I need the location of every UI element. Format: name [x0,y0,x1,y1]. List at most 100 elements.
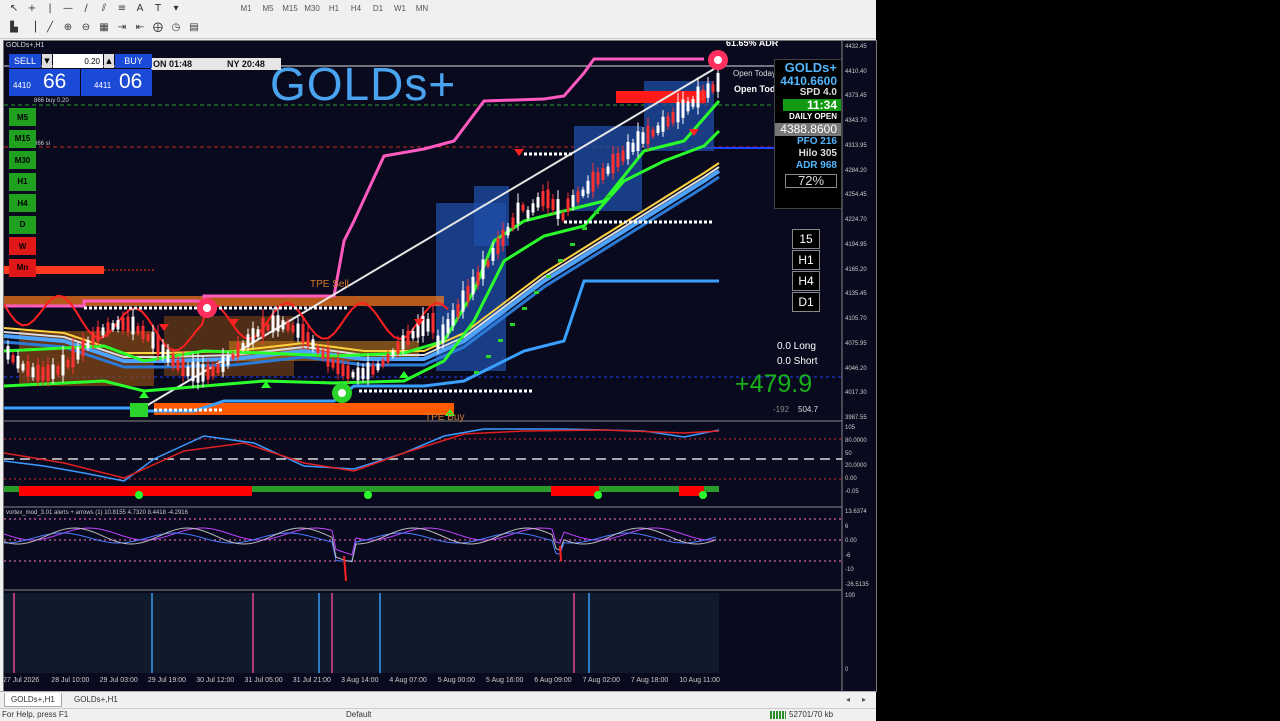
indicators-icon[interactable]: ⨁ [150,20,166,34]
one-click-trading-panel: SELL ▼ 0.20 ▲ BUY 4410 66 4411 06 [9,54,152,96]
trend-bar-segment [4,486,19,492]
trend-block-w: W [9,237,36,255]
line-chart-icon[interactable]: ╱ [42,20,58,34]
timeframe-m1[interactable]: M1 [236,1,256,15]
candle-body [611,154,615,174]
chart-shift-icon[interactable]: ⇤ [132,20,148,34]
chart-window[interactable]: GOLDs+,H1 GOLDs+ ON 01:48 NY 20:48 SELL … [3,40,877,692]
buy-button[interactable]: BUY [115,54,152,68]
autoscroll-icon[interactable]: ⇥ [114,20,130,34]
time-axis-tick: 29 Jul 19:00 [147,677,187,684]
candle-body [666,116,670,127]
candle-body [181,358,185,377]
candle-body [376,363,380,371]
candle-body [701,89,705,101]
candle-body [456,304,460,317]
time-axis-tick: 29 Jul 03:00 [99,677,138,684]
timeframe-m30[interactable]: M30 [302,1,322,15]
candle-chart-icon[interactable]: ▕ [24,20,40,34]
bar-chart-icon[interactable]: ▙ [6,20,22,34]
candle-body [446,319,450,334]
channel-icon[interactable]: ⫽ [96,1,112,15]
candle-body [136,325,140,334]
candle-body [566,198,570,212]
time-axis-tick: 6 Aug 09:00 [534,677,572,684]
tab-chart-2[interactable]: GOLDs+,H1 [68,693,124,706]
candle-body [141,325,145,339]
tile-icon[interactable]: ▦ [96,20,112,34]
candle-body [501,229,505,247]
candle-body [151,332,155,349]
timeframe-h4[interactable]: H4 [346,1,366,15]
timeframe-m15[interactable]: M15 [280,1,300,15]
periods-icon[interactable]: ◷ [168,20,184,34]
trend-bar-segment [252,486,369,492]
candle-body [341,363,345,376]
profit-sub: -192 [773,405,790,414]
crosshair-icon[interactable]: + [24,1,40,15]
status-traffic: 52701/70 kb [789,710,834,719]
rsi-axis-tick: 105 [845,425,856,431]
candle-body [76,347,80,360]
candle-body [576,191,580,202]
lot-input[interactable]: 0.20 [53,54,103,68]
horizontal-line-icon[interactable]: — [60,1,76,15]
candle-body [146,334,150,341]
short-positions: 0.0 Short [777,356,818,367]
fibonacci-icon[interactable]: ≡ [114,1,130,15]
tf-button-h1[interactable]: H1 [792,250,820,270]
label-icon[interactable]: T [150,1,166,15]
trendline-icon[interactable]: ∕ [78,1,94,15]
candle-body [291,325,295,333]
zoom-out-icon[interactable]: ⊖ [78,20,94,34]
candle-body [476,271,480,286]
candle-body [316,346,320,353]
candle-body [516,202,520,224]
rsi-axis-tick: -0.05 [845,489,859,495]
tf-button-h4[interactable]: H4 [792,271,820,291]
timeframe-m5[interactable]: M5 [258,1,278,15]
timeframe-d1[interactable]: D1 [368,1,388,15]
candle-body [171,354,175,367]
vertical-line-icon[interactable]: | [42,1,58,15]
candle-body [276,315,280,332]
shapes-icon[interactable]: ▾ [168,1,184,15]
candle-body [176,360,180,370]
tab-scroll-left-icon[interactable]: ◂ [846,695,850,704]
tab-scroll-right-icon[interactable]: ▸ [862,695,866,704]
tf-button-15[interactable]: 15 [792,229,820,249]
trend-bar-segment [599,486,679,492]
trend-block-mn: Mn [9,258,36,277]
candle-body [196,362,200,383]
candle-body [81,339,85,356]
rsi-slow [4,429,720,479]
cursor-icon[interactable]: ↖ [6,1,22,15]
price-axis-tick: 4105.70 [845,316,867,323]
text-icon[interactable]: A [132,1,148,15]
toolbar: ↖ + | — ∕ ⫽ ≡ A T ▾ M1 M5 M15 M30 H1 H4 D1 W1 MN… [0,0,876,39]
candle-body [361,368,365,380]
sell-price[interactable]: 4410 66 [9,69,80,96]
timeframe-h1[interactable]: H1 [324,1,344,15]
info-daily-open: 4388.8600 [775,123,841,136]
candle-body [286,322,290,331]
info-hilo: Hilo 305 [798,148,837,159]
lot-down-icon[interactable]: ▼ [42,54,52,68]
timeframe-w1[interactable]: W1 [390,1,410,15]
buy-price[interactable]: 4411 06 [81,69,152,96]
vortex-axis-tick: -26.5135 [845,582,869,588]
sell-button[interactable]: SELL [9,54,41,68]
lot-up-icon[interactable]: ▲ [104,54,114,68]
timeframe-mn[interactable]: MN [412,1,432,15]
tf-button-d1[interactable]: D1 [792,292,820,312]
templates-icon[interactable]: ▤ [186,20,202,34]
candle-body [676,101,680,123]
candle-body [631,142,635,152]
zoom-in-icon[interactable]: ⊕ [60,20,76,34]
candle-body [206,365,210,380]
candle-body [166,349,170,363]
candle-body [486,260,490,267]
tab-chart-1[interactable]: GOLDs+,H1 [4,693,62,707]
candle-body [251,328,255,344]
chart-tabs: GOLDs+,H1 GOLDs+,H1 ◂ ▸ [0,691,876,708]
